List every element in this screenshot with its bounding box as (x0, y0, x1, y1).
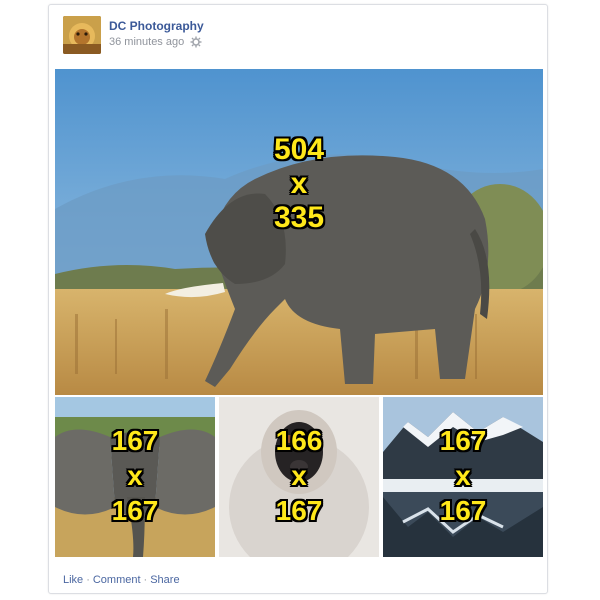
like-link[interactable]: Like (63, 574, 83, 586)
post-card: DC Photography 36 minutes ago 504 x 335 … (48, 4, 548, 594)
post-actions: Like · Comment · Share (63, 574, 180, 586)
thumb2-height-label: 167 (275, 495, 323, 526)
thumb3-height-label: 167 (439, 495, 487, 526)
thumb2-dimensions: 166 x 167 (219, 427, 379, 525)
avatar-image (63, 16, 101, 54)
share-link[interactable]: Share (150, 574, 179, 586)
thumb1-dimensions: 167 x 167 (55, 427, 215, 525)
gear-icon[interactable] (190, 36, 202, 48)
thumb2-times-label: x (291, 460, 307, 491)
author-name[interactable]: DC Photography (109, 19, 204, 33)
post-timestamp[interactable]: 36 minutes ago (109, 36, 184, 48)
post-meta: 36 minutes ago (109, 36, 202, 48)
action-separator: · (86, 574, 90, 586)
thumbnail-photo-2[interactable]: 166 x 167 (219, 397, 379, 557)
thumb1-height-label: 167 (111, 495, 159, 526)
thumb1-width-label: 167 (111, 425, 159, 456)
thumb3-width-label: 167 (439, 425, 487, 456)
action-separator: · (143, 574, 148, 586)
thumb2-width-label: 166 (275, 425, 323, 456)
main-photo[interactable]: 504 x 335 (55, 69, 543, 395)
thumbnail-photo-3[interactable]: 167 x 167 (383, 397, 543, 557)
thumb1-times-label: x (127, 460, 143, 491)
main-height-label: 335 (273, 201, 325, 234)
thumb3-dimensions: 167 x 167 (383, 427, 543, 525)
thumbnail-photo-1[interactable]: 167 x 167 (55, 397, 215, 557)
thumb3-times-label: x (455, 460, 471, 491)
avatar[interactable] (63, 16, 101, 54)
main-width-label: 504 (273, 133, 325, 166)
main-times-label: x (290, 167, 308, 200)
comment-link[interactable]: Comment (93, 574, 141, 586)
main-photo-dimensions: 504 x 335 (55, 135, 543, 233)
